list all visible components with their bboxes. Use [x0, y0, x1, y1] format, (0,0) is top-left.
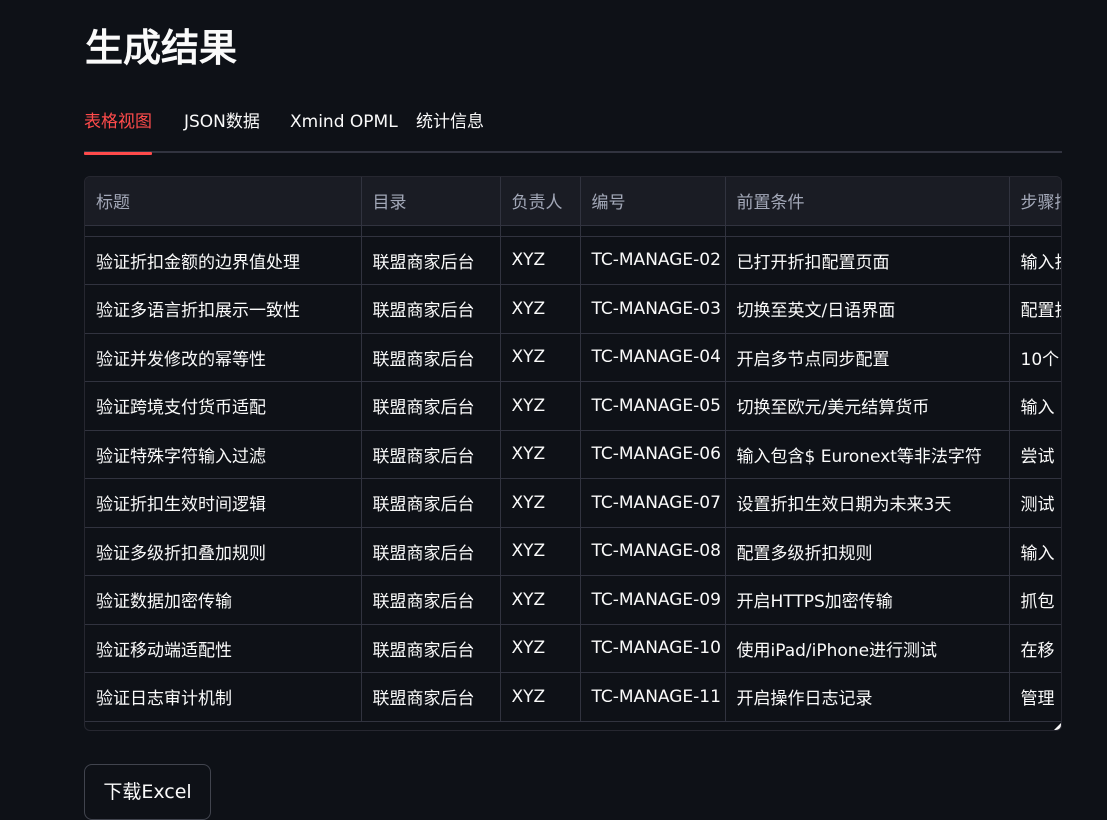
cell-id[interactable]: TC-MANAGE-09 [580, 575, 726, 625]
table-row: 验证特殊字符输入过滤 联盟商家后台 XYZ TC-MANAGE-06 输入包含$ Eur… [85, 430, 1061, 479]
cell-owner[interactable]: XYZ [500, 575, 581, 625]
cell-precondition[interactable]: 开启HTTPS加密传输 [725, 575, 1010, 625]
table-row: 验证数据加密传输 联盟商家后台 XYZ TC-MANAGE-09 开启HTTPS加密传输… [85, 575, 1061, 625]
cell-directory[interactable]: 联盟商家后台 [361, 236, 501, 285]
cell-steps[interactable]: 10个 [1009, 333, 1061, 382]
cell-title[interactable]: 验证跨境支付货币适配 [85, 381, 362, 431]
cell-steps[interactable]: 输入 [1009, 527, 1061, 576]
cell-id[interactable]: TC-MANAGE-10 [580, 624, 726, 673]
cell-precondition[interactable]: 已打开折扣配置页面 [725, 236, 1010, 285]
cell-precondition[interactable]: 开启多节点同步配置 [725, 333, 1010, 382]
cell-owner[interactable]: XYZ [500, 381, 581, 431]
cell-title[interactable]: 验证移动端适配性 [85, 624, 362, 673]
cell-directory[interactable]: 联盟商家后台 [361, 333, 501, 382]
table-row: 验证日志审计机制 联盟商家后台 XYZ TC-MANAGE-11 开启操作日志记录 管理 [85, 672, 1061, 722]
cell-id[interactable]: TC-MANAGE-06 [580, 430, 726, 479]
cell-id[interactable]: TC-MANAGE-11 [580, 672, 726, 722]
cell-steps[interactable]: 尝试 [1009, 430, 1061, 479]
table-row: 验证折扣金额的边界值处理 联盟商家后台 XYZ TC-MANAGE-02 已打开折扣配置… [85, 236, 1061, 285]
cell-directory[interactable]: 联盟商家后台 [361, 478, 501, 528]
cell-precondition[interactable]: 设置折扣生效日期为未来3天 [725, 478, 1010, 528]
tab-table-view[interactable]: 表格视图 [84, 103, 152, 155]
cell-owner[interactable]: XYZ [500, 333, 581, 382]
cell-owner[interactable]: XYZ [500, 430, 581, 479]
cell-owner[interactable]: XYZ [500, 236, 581, 285]
resize-handle-icon[interactable] [1054, 723, 1061, 730]
cell-owner[interactable]: XYZ [500, 624, 581, 673]
cell-title[interactable]: 验证折扣金额的边界值处理 [85, 236, 362, 285]
column-header-title[interactable]: 标题 [85, 177, 362, 226]
cell-steps[interactable]: 抓包 [1009, 575, 1061, 625]
results-table[interactable]: 标题 目录 负责人 编号 前置条件 步骤描述 验证折扣金额的边界值处理联盟商家后… [84, 176, 1062, 731]
cell-id[interactable]: TC-MANAGE-08 [580, 527, 726, 576]
column-header-owner[interactable]: 负责人 [500, 177, 581, 226]
tab-bar: 表格视图 JSON数据 Xmind OPML 统计信息 [84, 103, 1062, 155]
cell-id[interactable]: TC-MANAGE-05 [580, 381, 726, 431]
table-row: 验证跨境支付货币适配 联盟商家后台 XYZ TC-MANAGE-05 切换至欧元/美元结… [85, 381, 1061, 431]
cell-owner[interactable]: XYZ [500, 284, 581, 334]
table-header-row: 标题 目录 负责人 编号 前置条件 步骤描述 [85, 177, 1061, 226]
cell-title[interactable]: 验证数据加密传输 [85, 575, 362, 625]
table-row: 验证折扣生效时间逻辑 联盟商家后台 XYZ TC-MANAGE-07 设置折扣生效日期为… [85, 478, 1061, 528]
cell-steps[interactable]: 输入 [1009, 381, 1061, 431]
table-row: 验证多语言折扣展示一致性 联盟商家后台 XYZ TC-MANAGE-03 切换至英文/日… [85, 284, 1061, 334]
cell-title[interactable]: 验证多级折扣叠加规则 [85, 527, 362, 576]
cell-id[interactable]: TC-MANAGE-03 [580, 284, 726, 334]
tab-json-data[interactable]: JSON数据 [184, 103, 260, 153]
cell-title[interactable]: 验证多语言折扣展示一致性 [85, 284, 362, 334]
cell-directory[interactable]: 联盟商家后台 [361, 430, 501, 479]
cell-steps[interactable]: 配置折 [1009, 284, 1061, 334]
tab-xmind-opml[interactable]: Xmind OPML [290, 103, 398, 153]
cell-directory[interactable]: 联盟商家后台 [361, 672, 501, 722]
cell-id[interactable]: TC-MANAGE-04 [580, 333, 726, 382]
column-header-steps[interactable]: 步骤描述 [1009, 177, 1061, 226]
cell-owner[interactable]: XYZ [500, 478, 581, 528]
cell-id[interactable]: TC-MANAGE-02 [580, 236, 726, 285]
cell-precondition[interactable]: 输入包含$ Euronext等非法字符 [725, 430, 1010, 479]
table-row: 验证移动端适配性 联盟商家后台 XYZ TC-MANAGE-10 使用iPad/iPho… [85, 624, 1061, 673]
table-row: 验证并发修改的幂等性 联盟商家后台 XYZ TC-MANAGE-04 开启多节点同步配置… [85, 333, 1061, 382]
cell-directory[interactable]: 联盟商家后台 [361, 381, 501, 431]
cell-title[interactable]: 验证折扣生效时间逻辑 [85, 478, 362, 528]
cell-id[interactable]: TC-MANAGE-07 [580, 478, 726, 528]
column-header-directory[interactable]: 目录 [361, 177, 501, 226]
cell-directory[interactable]: 联盟商家后台 [361, 575, 501, 625]
cell-precondition[interactable]: 开启操作日志记录 [725, 672, 1010, 722]
download-excel-button[interactable]: 下载Excel [84, 764, 211, 820]
cell-title[interactable]: 验证日志审计机制 [85, 672, 362, 722]
page-title: 生成结果 [85, 26, 238, 70]
results-page: 生成结果 表格视图 JSON数据 Xmind OPML 统计信息 标题 目录 负… [0, 0, 1107, 820]
column-header-precondition[interactable]: 前置条件 [725, 177, 1010, 226]
cell-directory[interactable]: 联盟商家后台 [361, 624, 501, 673]
cell-directory[interactable]: 联盟商家后台 [361, 284, 501, 334]
cell-owner[interactable]: XYZ [500, 527, 581, 576]
cell-precondition[interactable]: 使用iPad/iPhone进行测试 [725, 624, 1010, 673]
cell-directory[interactable]: 联盟商家后台 [361, 527, 501, 576]
column-header-id[interactable]: 编号 [580, 177, 726, 226]
partial-row [85, 225, 1061, 237]
cell-title[interactable]: 验证特殊字符输入过滤 [85, 430, 362, 479]
cell-owner[interactable]: XYZ [500, 672, 581, 722]
cell-title[interactable]: 验证并发修改的幂等性 [85, 333, 362, 382]
cell-precondition[interactable]: 切换至欧元/美元结算货币 [725, 381, 1010, 431]
table-row: 验证多级折扣叠加规则 联盟商家后台 XYZ TC-MANAGE-08 配置多级折扣规则输… [85, 527, 1061, 576]
cell-steps[interactable]: 管理 [1009, 672, 1061, 722]
cell-steps[interactable]: 在移 [1009, 624, 1061, 673]
cell-precondition[interactable]: 配置多级折扣规则 [725, 527, 1010, 576]
cell-steps[interactable]: 测试 [1009, 478, 1061, 528]
cell-steps[interactable]: 输入折 [1009, 236, 1061, 285]
tab-statistics[interactable]: 统计信息 [416, 103, 484, 153]
cell-precondition[interactable]: 切换至英文/日语界面 [725, 284, 1010, 334]
